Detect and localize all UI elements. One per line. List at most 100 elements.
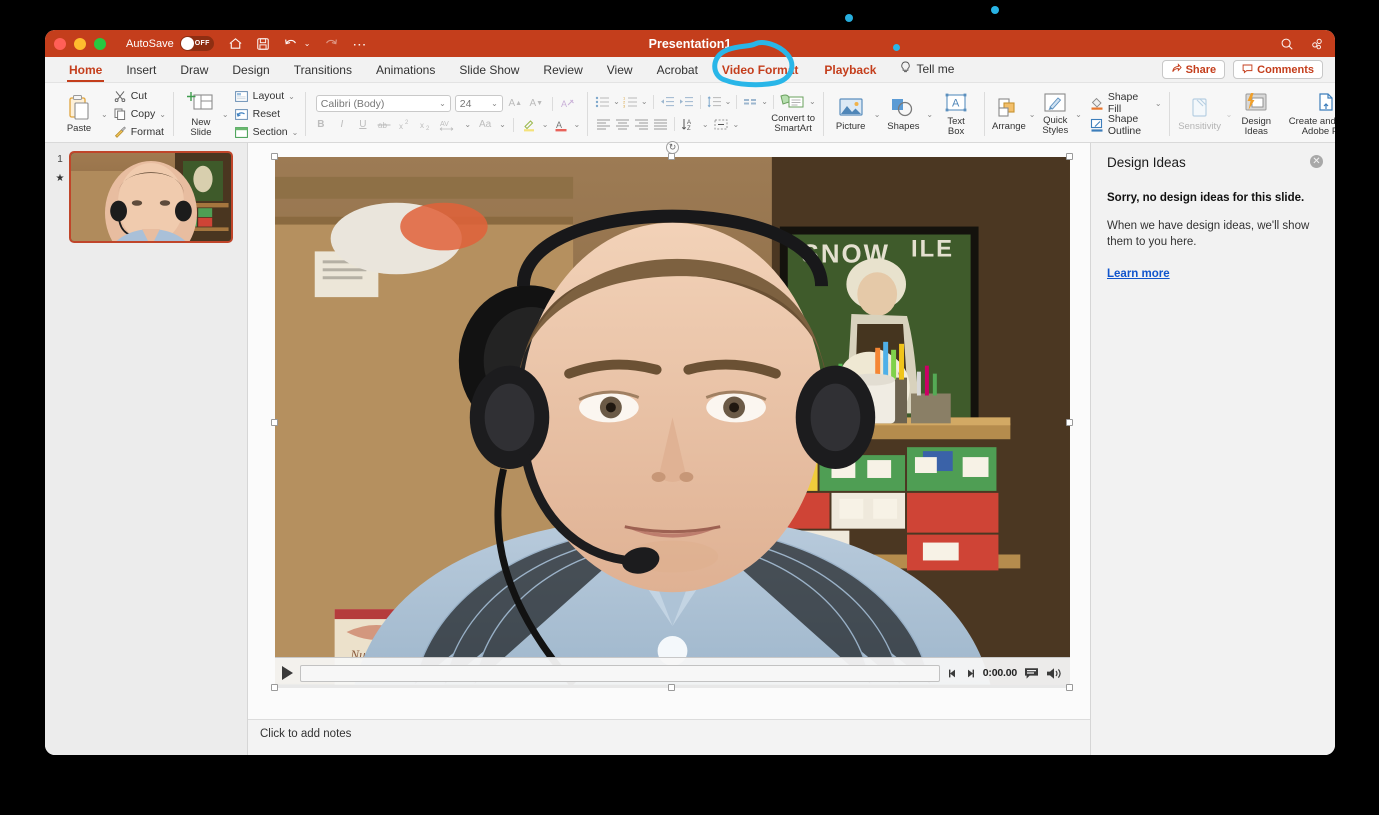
titlebar-right-icons[interactable] bbox=[1280, 37, 1326, 51]
italic-button[interactable]: I bbox=[333, 116, 350, 133]
picture-dropdown-icon[interactable]: ⌄ bbox=[874, 110, 881, 119]
window-controls[interactable] bbox=[54, 38, 106, 50]
tab-acrobat[interactable]: Acrobat bbox=[645, 63, 710, 82]
columns-dropdown-icon[interactable]: ⌄ bbox=[761, 97, 768, 106]
text-direction-icon[interactable]: AZ bbox=[680, 117, 700, 132]
quick-access-toolbar[interactable]: ⌄ ⋯ bbox=[228, 36, 367, 51]
justify-icon[interactable] bbox=[652, 117, 669, 132]
comments-button[interactable]: Comments bbox=[1233, 60, 1323, 79]
shape-outline-button[interactable]: Shape Outline bbox=[1090, 117, 1162, 133]
paste-dropdown-icon[interactable]: ⌄ bbox=[101, 110, 108, 119]
change-case-dropdown-icon[interactable]: ⌄ bbox=[499, 120, 506, 129]
tab-design[interactable]: Design bbox=[220, 63, 281, 82]
close-icon[interactable]: ✕ bbox=[1310, 155, 1323, 168]
numbering-dropdown-icon[interactable]: ⌄ bbox=[641, 97, 648, 106]
smartart-dropdown-icon[interactable]: ⌄ bbox=[809, 97, 816, 106]
sensitivity-dropdown-icon[interactable]: ⌄ bbox=[1226, 110, 1233, 119]
grow-font-button[interactable]: A▲ bbox=[507, 95, 524, 112]
selection-handle-middle-left[interactable] bbox=[271, 419, 278, 426]
strikethrough-button[interactable]: ab bbox=[375, 116, 392, 133]
quick-styles-button[interactable]: QuickStyles bbox=[1037, 92, 1073, 136]
selection-handle-bottom-center[interactable] bbox=[668, 684, 675, 691]
section-button[interactable]: Section ⌄ bbox=[235, 124, 299, 140]
copy-dropdown-icon[interactable]: ⌄ bbox=[159, 110, 166, 119]
align-text-dropdown-icon[interactable]: ⌄ bbox=[733, 120, 740, 129]
section-dropdown-icon[interactable]: ⌄ bbox=[292, 128, 299, 137]
font-size-select[interactable]: 24 ⌄ bbox=[455, 95, 503, 112]
align-text-icon[interactable] bbox=[711, 117, 731, 132]
share-button[interactable]: Share bbox=[1162, 60, 1226, 79]
new-slide-button[interactable]: NewSlide bbox=[180, 90, 222, 138]
shape-fill-dropdown-icon[interactable]: ⌄ bbox=[1155, 99, 1162, 108]
save-icon[interactable] bbox=[256, 37, 270, 51]
bold-button[interactable]: B bbox=[312, 116, 329, 133]
shape-fill-button[interactable]: Shape Fill ⌄ bbox=[1090, 95, 1162, 111]
character-spacing-dropdown-icon[interactable]: ⌄ bbox=[464, 120, 471, 129]
subscript-button[interactable]: x2 bbox=[417, 116, 434, 133]
clear-formatting-icon[interactable]: A bbox=[560, 95, 577, 112]
selection-handle-middle-right[interactable] bbox=[1066, 419, 1073, 426]
selection-handle-top-left[interactable] bbox=[271, 153, 278, 160]
highlight-icon[interactable] bbox=[521, 116, 538, 133]
convert-to-smartart-label[interactable]: Convert to SmartArt bbox=[771, 114, 815, 134]
superscript-button[interactable]: x2 bbox=[396, 116, 413, 133]
line-spacing-icon[interactable] bbox=[706, 94, 723, 109]
autosave-toggle[interactable]: AutoSave OFF bbox=[126, 36, 214, 51]
font-color-dropdown-icon[interactable]: ⌄ bbox=[573, 120, 580, 129]
slide-thumbnail-1[interactable] bbox=[69, 151, 233, 243]
sensitivity-button[interactable]: Sensitivity bbox=[1176, 96, 1224, 132]
format-painter-button[interactable]: Format bbox=[113, 124, 166, 140]
volume-icon[interactable] bbox=[1046, 667, 1063, 680]
next-frame-icon[interactable] bbox=[965, 668, 976, 679]
more-icon[interactable]: ⋯ bbox=[352, 40, 366, 48]
layout-dropdown-icon[interactable]: ⌄ bbox=[288, 92, 295, 101]
shrink-font-button[interactable]: A▼ bbox=[528, 95, 545, 112]
text-direction-dropdown-icon[interactable]: ⌄ bbox=[702, 120, 709, 129]
minimize-window-button[interactable] bbox=[74, 38, 86, 50]
selection-handle-bottom-right[interactable] bbox=[1066, 684, 1073, 691]
numbering-icon[interactable]: 123 bbox=[622, 94, 639, 109]
play-icon[interactable] bbox=[282, 666, 293, 680]
slide-canvas[interactable]: ↻ bbox=[248, 143, 1090, 719]
redo-icon[interactable] bbox=[323, 37, 339, 51]
character-spacing-button[interactable]: AV bbox=[438, 116, 460, 133]
smartart-icon[interactable] bbox=[779, 94, 807, 109]
copy-button[interactable]: Copy ⌄ bbox=[113, 106, 166, 122]
arrange-button[interactable]: Arrange bbox=[991, 96, 1027, 132]
tab-transitions[interactable]: Transitions bbox=[282, 63, 364, 82]
media-scrubber[interactable] bbox=[300, 665, 940, 682]
arrange-dropdown-icon[interactable]: ⌄ bbox=[1029, 110, 1036, 119]
align-right-icon[interactable] bbox=[633, 117, 650, 132]
tab-draw[interactable]: Draw bbox=[168, 63, 220, 82]
layout-button[interactable]: Layout ⌄ bbox=[235, 88, 299, 104]
ribbon-actions[interactable]: Share Comments bbox=[1162, 60, 1323, 82]
change-case-button[interactable]: Aa bbox=[475, 116, 495, 133]
close-window-button[interactable] bbox=[54, 38, 66, 50]
learn-more-link[interactable]: Learn more bbox=[1107, 268, 1170, 280]
tell-me-box[interactable]: Tell me bbox=[890, 61, 964, 82]
undo-icon[interactable] bbox=[283, 37, 299, 51]
increase-indent-icon[interactable] bbox=[678, 94, 695, 109]
settings-icon[interactable] bbox=[1310, 37, 1324, 51]
text-box-button[interactable]: A TextBox bbox=[935, 91, 977, 137]
decrease-indent-icon[interactable] bbox=[659, 94, 676, 109]
line-spacing-dropdown-icon[interactable]: ⌄ bbox=[725, 97, 732, 106]
underline-button[interactable]: U bbox=[354, 116, 371, 133]
thumbnail-row[interactable]: 1 ★ bbox=[45, 151, 247, 243]
picture-button[interactable]: Picture bbox=[830, 96, 872, 132]
bullets-icon[interactable] bbox=[594, 94, 611, 109]
font-color-button[interactable]: A bbox=[552, 116, 569, 133]
notes-area[interactable]: Click to add notes bbox=[248, 719, 1090, 755]
reset-button[interactable]: Reset bbox=[235, 106, 299, 122]
bullets-dropdown-icon[interactable]: ⌄ bbox=[613, 97, 620, 106]
slide-thumbnail-pane[interactable]: 1 ★ bbox=[45, 143, 248, 755]
align-center-icon[interactable] bbox=[614, 117, 631, 132]
tab-playback[interactable]: Playback bbox=[810, 63, 890, 82]
columns-icon[interactable] bbox=[742, 94, 759, 109]
tab-slide-show[interactable]: Slide Show bbox=[447, 63, 531, 82]
home-icon[interactable] bbox=[228, 36, 243, 51]
tab-home[interactable]: Home bbox=[57, 63, 114, 82]
highlight-dropdown-icon[interactable]: ⌄ bbox=[542, 120, 549, 129]
tab-insert[interactable]: Insert bbox=[114, 63, 168, 82]
previous-frame-icon[interactable] bbox=[947, 668, 958, 679]
